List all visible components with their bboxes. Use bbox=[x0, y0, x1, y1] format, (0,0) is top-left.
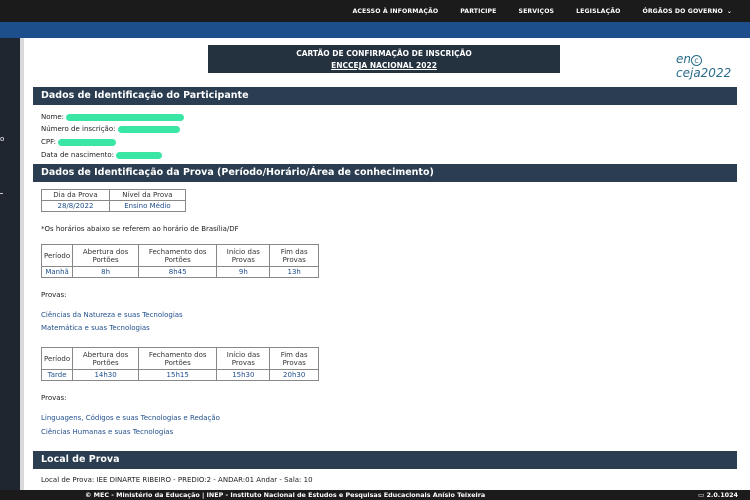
manha-inicio: 9h bbox=[216, 266, 271, 278]
page-title: CARTÃO DE CONFIRMAÇÃO DE INSCRIÇÃO ENCCE… bbox=[208, 45, 560, 73]
redacted-inscricao bbox=[117, 125, 180, 133]
name-row: Nome: bbox=[41, 113, 185, 121]
nivel-value: Ensino Médio bbox=[108, 200, 187, 212]
version-label: ▭ 2.0.1024 bbox=[698, 490, 738, 500]
nivel-header: Nível da Prova bbox=[108, 189, 187, 201]
section-prova-header: Dados de Identificação da Prova (Período… bbox=[33, 164, 737, 182]
title-text: CARTÃO DE CONFIRMAÇÃO DE INSCRIÇÃO bbox=[296, 49, 472, 58]
col-periodo: Período bbox=[40, 244, 74, 267]
manha-fechamento: 8h45 bbox=[138, 266, 218, 278]
redacted-cpf bbox=[58, 138, 117, 146]
version-text: 2.0.1024 bbox=[706, 491, 738, 499]
col-fim: Fim das Provas bbox=[269, 244, 319, 267]
horario-note: *Os horários abaixo se referem ao horári… bbox=[41, 225, 239, 233]
prova-item: Ciências Humanas e suas Tecnologias bbox=[41, 428, 174, 436]
manha-fim: 13h bbox=[269, 266, 319, 278]
prova-item: Linguagens, Códigos e suas Tecnologias e… bbox=[41, 414, 220, 422]
tarde-inicio: 15h30 bbox=[216, 369, 271, 381]
nav-servicos[interactable]: SERVIÇOS bbox=[519, 8, 555, 15]
logo-circle-icon: c bbox=[691, 55, 702, 66]
divider bbox=[0, 193, 3, 194]
col-fechamento: Fechamento dos Portões bbox=[138, 244, 218, 267]
encceja-logo: en cceja2022 bbox=[676, 52, 732, 80]
horario-table-manha: Período Abertura dos Portões Fechamento … bbox=[40, 244, 319, 278]
dia-value: 28/8/2022 bbox=[41, 200, 110, 212]
monitor-icon: ▭ bbox=[698, 491, 705, 499]
footer-text: © MEC - Ministério da Educação | INEP - … bbox=[85, 491, 486, 499]
nav-legislacao[interactable]: LEGISLAÇÃO bbox=[576, 8, 620, 15]
col-abertura: Abertura dos Portões bbox=[72, 347, 140, 370]
nascimento-label: Data de nascimento: bbox=[41, 151, 115, 159]
manha-abertura: 8h bbox=[72, 266, 140, 278]
prova-item: Ciências da Natureza e suas Tecnologias bbox=[41, 311, 183, 319]
name-label: Nome: bbox=[41, 113, 65, 121]
redacted-name bbox=[66, 113, 185, 121]
dia-nivel-table: Dia da Prova Nível da Prova 28/8/2022 Ensi… bbox=[41, 189, 187, 212]
inscricao-row: Número de inscrição: bbox=[41, 125, 180, 133]
horario-table-tarde: Período Abertura dos Portões Fechamento … bbox=[40, 347, 319, 381]
redacted-nascimento bbox=[116, 151, 163, 159]
provas-label-manha: Provas: bbox=[41, 291, 67, 299]
left-side-panel: o bbox=[0, 38, 20, 490]
col-inicio: Início das Provas bbox=[216, 347, 271, 370]
tarde-fechamento: 15h15 bbox=[138, 369, 218, 381]
nav-orgaos-governo[interactable]: ÓRGÃOS DO GOVERNO bbox=[642, 8, 722, 15]
section-participant-header: Dados de Identificação do Participante bbox=[33, 87, 737, 105]
tarde-periodo: Tarde bbox=[40, 369, 74, 381]
nav-acesso-informacao[interactable]: ACESSO À INFORMAÇÃO bbox=[353, 8, 439, 15]
manha-periodo: Manhã bbox=[40, 266, 74, 278]
section-local-header: Local de Prova bbox=[33, 451, 737, 469]
dia-header: Dia da Prova bbox=[41, 189, 110, 201]
top-navigation-bar: ACESSO À INFORMAÇÃO PARTICIPE SERVIÇOS L… bbox=[0, 0, 750, 22]
gov-blue-bar bbox=[0, 22, 750, 38]
col-abertura: Abertura dos Portões bbox=[72, 244, 140, 267]
provas-label-tarde: Provas: bbox=[41, 394, 67, 402]
col-fim: Fim das Provas bbox=[269, 347, 319, 370]
chevron-down-icon[interactable]: ⌄ bbox=[727, 8, 732, 15]
bullet-icon: o bbox=[0, 135, 5, 143]
cpf-label: CPF: bbox=[41, 138, 56, 146]
col-fechamento: Fechamento dos Portões bbox=[138, 347, 218, 370]
col-inicio: Início das Provas bbox=[216, 244, 271, 267]
inscricao-label: Número de inscrição: bbox=[41, 125, 116, 133]
local-text: Local de Prova: IEE DINARTE RIBEIRO - PR… bbox=[41, 476, 313, 484]
nav-participe[interactable]: PARTICIPE bbox=[460, 8, 496, 15]
prova-item: Matemática e suas Tecnologias bbox=[41, 324, 150, 332]
footer: © MEC - Ministério da Educação | INEP - … bbox=[0, 490, 750, 500]
subtitle-text: ENCCEJA NACIONAL 2022 bbox=[331, 61, 437, 70]
col-periodo: Período bbox=[40, 347, 74, 370]
tarde-abertura: 14h30 bbox=[72, 369, 140, 381]
tarde-fim: 20h30 bbox=[269, 369, 319, 381]
nascimento-row: Data de nascimento: bbox=[41, 151, 163, 159]
cpf-row: CPF: bbox=[41, 138, 117, 146]
top-nav: ACESSO À INFORMAÇÃO PARTICIPE SERVIÇOS L… bbox=[331, 0, 732, 22]
